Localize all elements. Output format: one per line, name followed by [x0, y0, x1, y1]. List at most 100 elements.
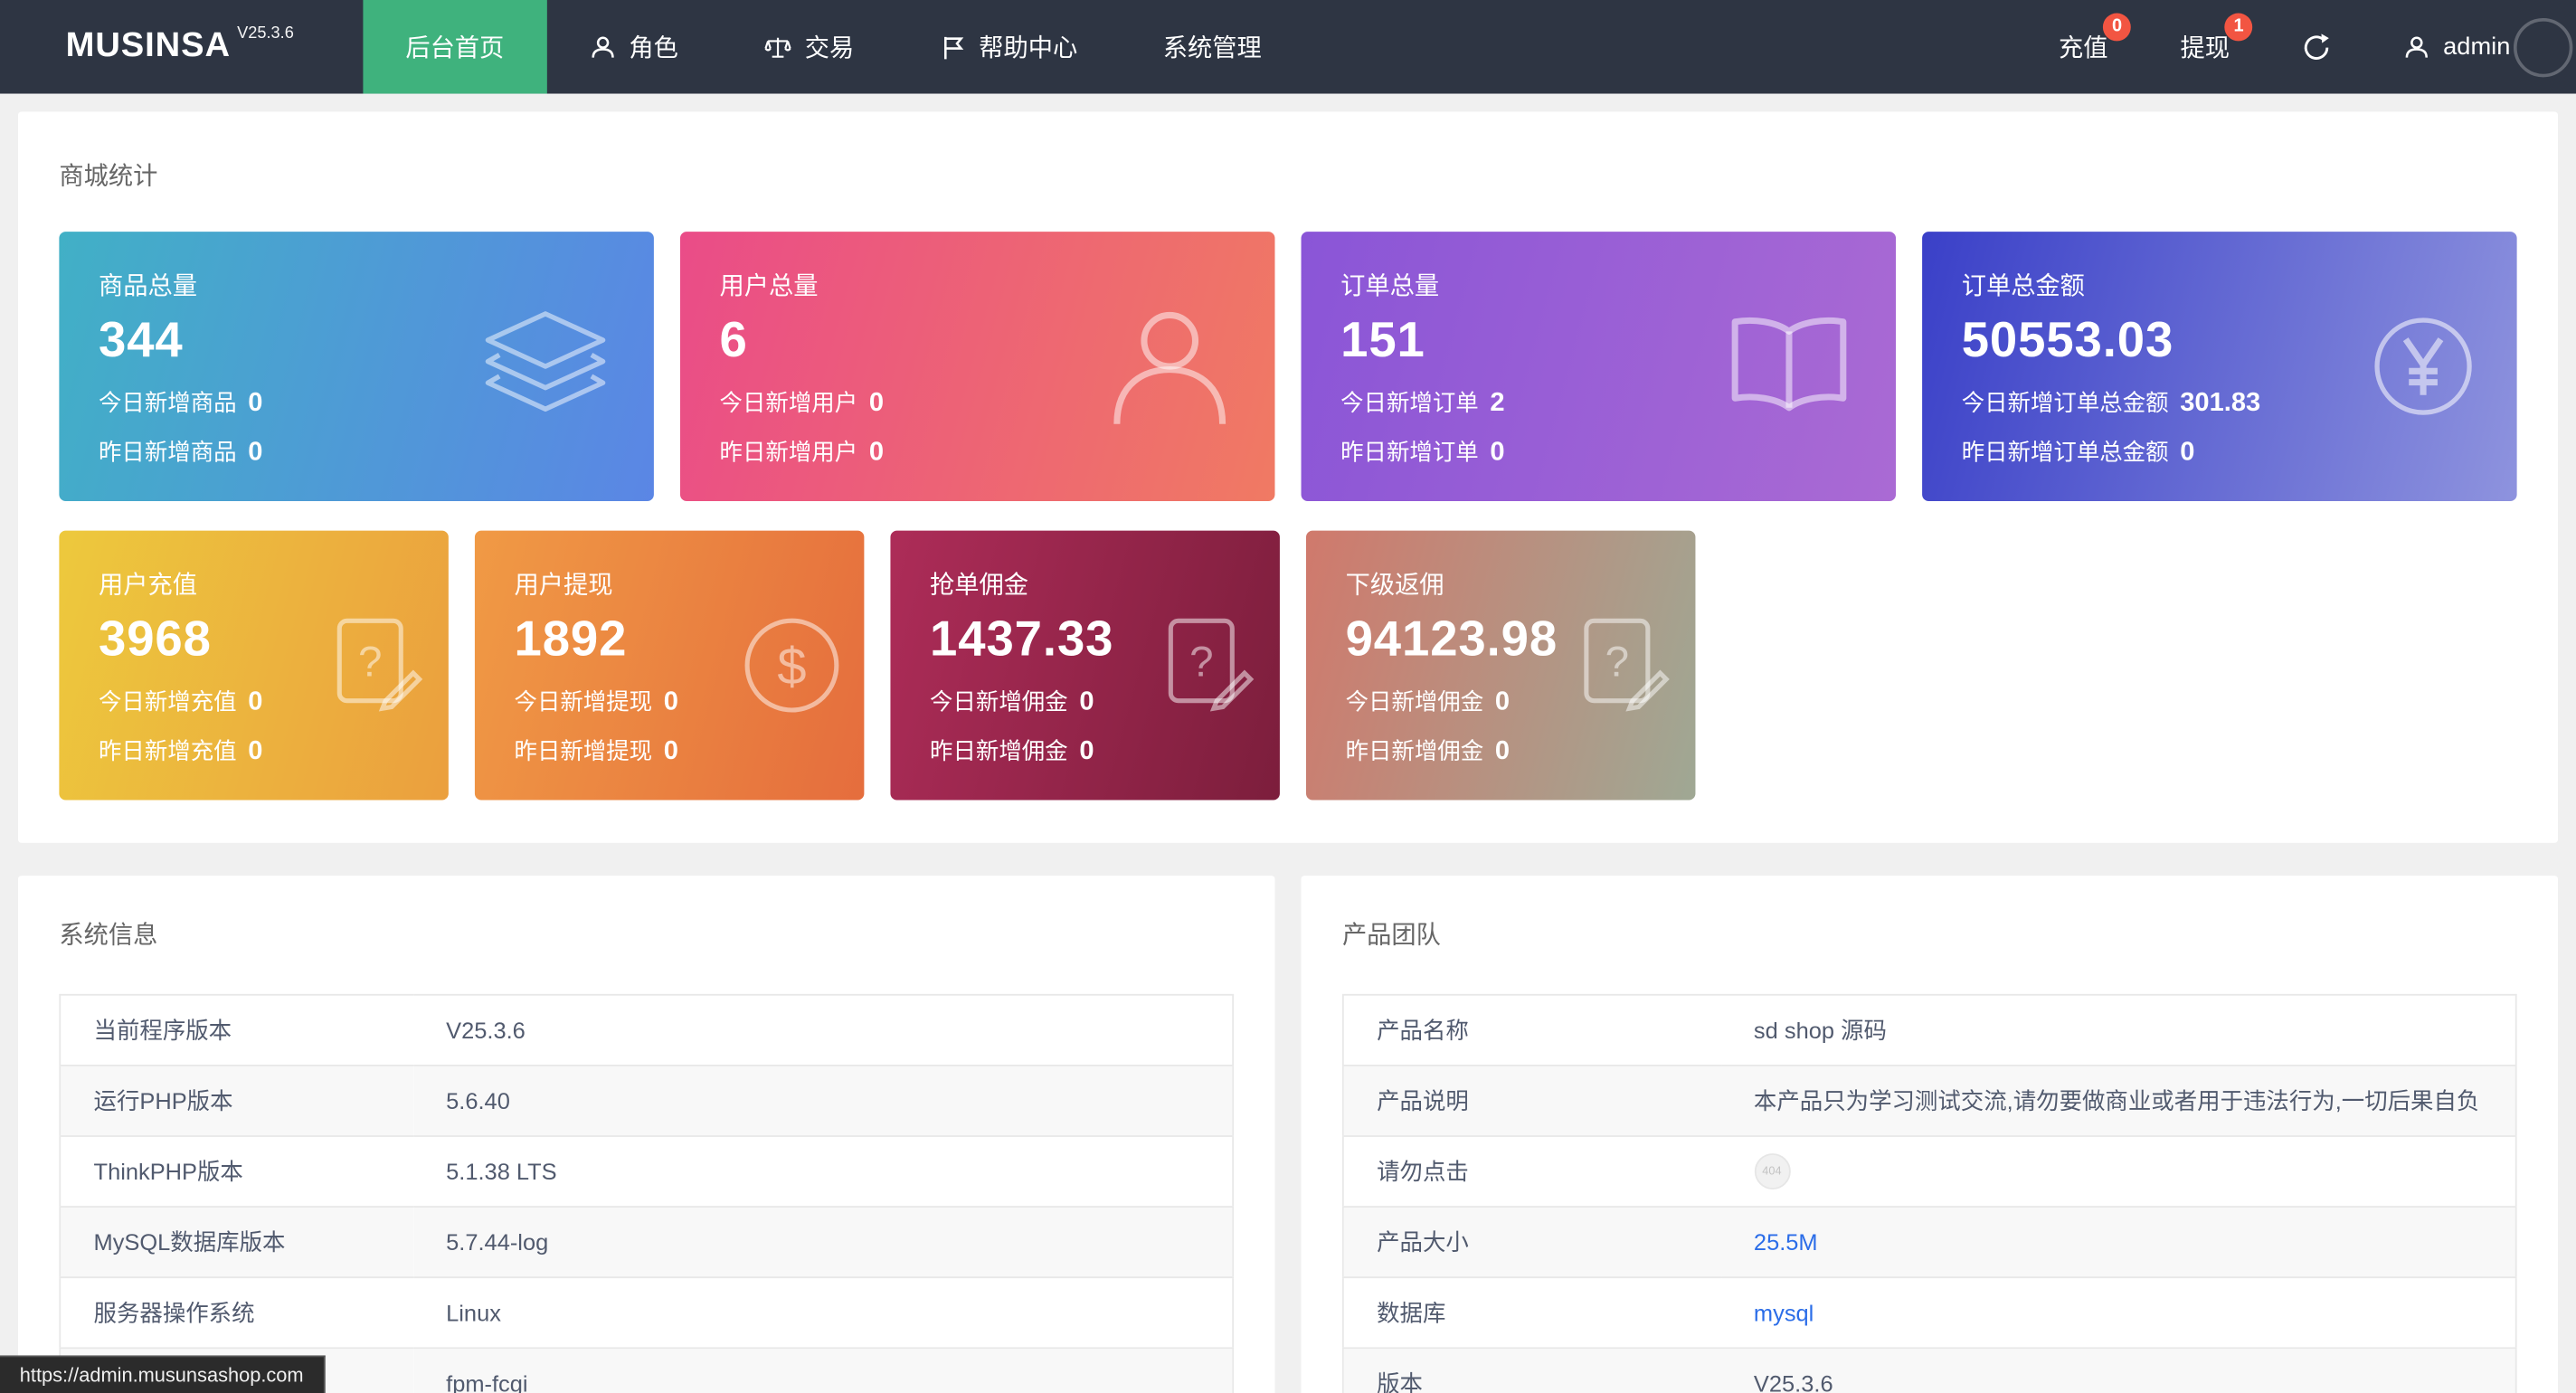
nav-item-trade[interactable]: 交易: [721, 0, 896, 94]
user-icon: [1107, 306, 1232, 427]
row-label: MySQL数据库版本: [60, 1207, 413, 1277]
nav-item-system-management[interactable]: 系统管理: [1121, 0, 1304, 94]
stat-card-title: 用户提现: [515, 567, 825, 602]
stat-card-users-total: 用户总量 6 今日新增用户0 昨日新增用户0: [680, 232, 1275, 501]
stat-card-products-total: 商品总量 344 今日新增商品0 昨日新增商品0: [59, 232, 654, 501]
table-row: 产品说明 本产品只为学习测试交流,请勿要做商业或者用于违法行为,一切后果自负: [1343, 1066, 2516, 1136]
row-value: mysql: [1721, 1277, 2516, 1348]
table-row: MySQL数据库版本 5.7.44-log: [60, 1207, 1233, 1277]
database-link[interactable]: mysql: [1754, 1300, 1814, 1326]
shop-stats-panel: 商城统计 商品总量 344 今日新增商品0 昨日新增商品0 用户总量 6 今日新…: [18, 112, 2558, 843]
stat-line-yesterday: 昨日新增用户 0: [720, 435, 1236, 468]
nav-item-label: 后台首页: [405, 30, 504, 64]
stat-line-value: 0: [869, 439, 884, 467]
stat-line-label: 今日新增订单总金额: [1962, 389, 2169, 415]
row-value: sd shop 源码: [1721, 995, 2516, 1066]
admin-dashboard: MUSINSA V25.3.6 后台首页 角色 交易: [0, 0, 2576, 1393]
person-icon: [590, 33, 616, 60]
product-team-panel: 产品团队 产品名称 sd shop 源码 产品说明 本产品只为学习测试交流,请勿…: [1302, 876, 2558, 1393]
status-url-bubble: https://admin.musunsashop.com: [0, 1355, 325, 1393]
nav-item-help-center[interactable]: 帮助中心: [896, 0, 1120, 94]
table-row: 数据库 mysql: [1343, 1277, 2516, 1348]
row-value: 5.6.40: [413, 1066, 1233, 1136]
recharge-label: 充值: [2059, 30, 2108, 64]
stats-section-title: 商城统计: [59, 157, 2516, 192]
stat-line-yesterday: 昨日新增订单0: [1340, 435, 1856, 468]
row-label: 版本: [1343, 1348, 1721, 1393]
table-row: 产品名称 sd shop 源码: [1343, 995, 2516, 1066]
nav-item-label: 交易: [805, 30, 855, 64]
table-row: 请勿点击 404: [1343, 1136, 2516, 1207]
product-size-link[interactable]: 25.5M: [1754, 1229, 1818, 1256]
stat-line-yesterday: 昨日新增佣金 0: [1346, 734, 1656, 767]
product-team-title: 产品团队: [1342, 917, 2517, 952]
table-row: ThinkPHP版本 5.1.38 LTS: [60, 1136, 1233, 1207]
nav-item-roles[interactable]: 角色: [547, 0, 722, 94]
logo[interactable]: MUSINSA V25.3.6: [0, 0, 363, 94]
recharge-badge: 0: [2103, 14, 2131, 42]
stat-card-orders-total: 订单总量 151 今日新增订单2 昨日新增订单0: [1302, 232, 1897, 501]
stat-card-user-withdraw: 用户提现 1892 今日新增提现0 昨日新增提现0 $: [475, 531, 864, 801]
stat-line-yesterday: 昨日新增提现0: [515, 734, 825, 767]
dollar-icon: $: [743, 616, 841, 715]
row-label: 数据库: [1343, 1277, 1721, 1348]
stat-line-value: 0: [1490, 439, 1504, 467]
row-value: 5.7.44-log: [413, 1207, 1233, 1277]
doc-question-icon: ?: [1161, 614, 1256, 716]
row-value: 404: [1721, 1136, 2516, 1207]
stat-card-title: 用户充值: [99, 567, 409, 602]
stat-line-value: 301.83: [2180, 389, 2260, 417]
row-label: 请勿点击: [1343, 1136, 1721, 1207]
stat-card-title: 订单总金额: [1962, 268, 2477, 302]
stat-line-value: 0: [869, 389, 884, 417]
row-label: 产品名称: [1343, 995, 1721, 1066]
svg-text:$: $: [777, 638, 806, 696]
svg-text:?: ?: [1189, 639, 1213, 687]
stat-card-title: 下级返佣: [1346, 567, 1656, 602]
stat-card-user-recharge: 用户充值 3968 今日新增充值0 昨日新增充值0 ?: [59, 531, 448, 801]
refresh-button[interactable]: [2266, 0, 2368, 94]
stat-line-value: 0: [248, 389, 262, 417]
logo-version: V25.3.6: [237, 24, 294, 43]
stat-line-label: 昨日新增用户: [720, 439, 858, 465]
doc-question-icon: ?: [330, 614, 425, 716]
main-content: 商城统计 商品总量 344 今日新增商品0 昨日新增商品0 用户总量 6 今日新…: [0, 94, 2576, 1393]
stat-line-value: 0: [1495, 688, 1510, 716]
stat-line-value: 0: [248, 738, 262, 766]
row-value: 5.1.38 LTS: [413, 1136, 1233, 1207]
system-info-title: 系统信息: [59, 917, 1234, 952]
withdraw-badge: 1: [2225, 14, 2253, 42]
recharge-button[interactable]: 充值 0: [2022, 0, 2144, 94]
top-navbar: MUSINSA V25.3.6 后台首页 角色 交易: [0, 0, 2576, 94]
stat-line-value: 0: [1495, 738, 1510, 766]
stats-row-1: 商品总量 344 今日新增商品0 昨日新增商品0 用户总量 6 今日新增用户0 …: [59, 232, 2516, 501]
table-row: 服务器操作系统 Linux: [60, 1277, 1233, 1348]
nav-item-label: 系统管理: [1163, 30, 1262, 64]
row-value: 25.5M: [1721, 1207, 2516, 1277]
system-info-panel: 系统信息 当前程序版本 V25.3.6 运行PHP版本 5.6.40 Think…: [18, 876, 1274, 1393]
stat-line-value: 0: [1079, 738, 1094, 766]
book-icon: [1725, 316, 1853, 418]
doc-question-icon: ?: [1577, 614, 1672, 716]
stat-line-value: 0: [664, 738, 678, 766]
user-menu[interactable]: admin: [2368, 0, 2547, 94]
stat-card-title: 订单总量: [1340, 268, 1856, 302]
nav-item-home[interactable]: 后台首页: [363, 0, 546, 94]
stat-line-label: 今日新增订单: [1340, 389, 1479, 415]
stat-line-label: 昨日新增佣金: [1346, 738, 1484, 764]
stat-line-value: 0: [2180, 439, 2194, 467]
stat-line-label: 昨日新增充值: [99, 738, 237, 764]
stat-line-label: 昨日新增订单总金额: [1962, 439, 2169, 465]
flag-icon: [940, 33, 966, 60]
stat-card-order-amount-total: 订单总金额 50553.03 今日新增订单总金额301.83 昨日新增订单总金额…: [1922, 232, 2517, 501]
stat-line-label: 今日新增提现: [515, 688, 653, 715]
stat-line-label: 昨日新增商品: [99, 439, 237, 465]
stat-line-value: 0: [248, 688, 262, 716]
stat-card-title: 用户总量: [720, 268, 1236, 302]
stat-line-yesterday: 昨日新增充值 0: [99, 734, 409, 767]
logo-text: MUSINSA: [66, 22, 231, 71]
withdraw-button[interactable]: 提现 1: [2145, 0, 2266, 94]
scales-icon: [763, 33, 791, 60]
stat-line-label: 今日新增佣金: [1346, 688, 1484, 715]
stat-line-label: 昨日新增佣金: [930, 738, 1068, 764]
